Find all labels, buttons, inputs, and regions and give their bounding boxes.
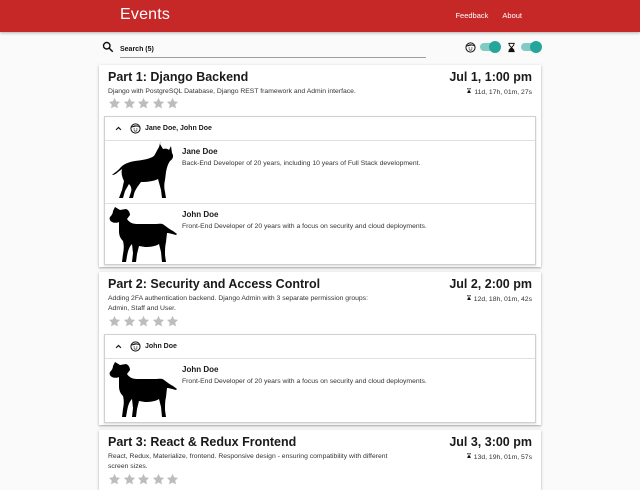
search-bar [100, 38, 543, 60]
star-icon[interactable] [166, 473, 179, 486]
star-icon[interactable] [108, 473, 121, 486]
speaker-name: John Doe [182, 365, 219, 374]
speakers-header[interactable]: Jane Doe, John Doe [105, 117, 535, 141]
event-title: Part 1: Django Backend [108, 70, 249, 84]
rating-stars[interactable] [108, 473, 179, 486]
star-icon[interactable] [137, 473, 150, 486]
search-input[interactable] [120, 39, 426, 58]
chevron-up-icon[interactable] [115, 125, 122, 132]
countdown-text: 11d, 17h, 01m, 27s [474, 89, 532, 96]
speakers-header[interactable]: John Doe [105, 335, 535, 359]
view-toggles [465, 39, 543, 55]
hourglass-icon [506, 42, 517, 53]
event-countdown: 12d, 18h, 01m, 42s [466, 294, 532, 303]
star-icon[interactable] [108, 97, 121, 110]
countdown-text: 12d, 18h, 01m, 42s [473, 296, 532, 303]
countdown-text: 13d, 19h, 01m, 57s [473, 454, 532, 461]
star-icon[interactable] [152, 315, 165, 328]
speakers-names: Jane Doe, John Doe [145, 125, 212, 132]
toggle-knob [489, 41, 501, 53]
star-icon[interactable] [166, 315, 179, 328]
face-icon [130, 341, 141, 352]
speaker-item: Jane Doe Back-End Developer of 20 years,… [105, 141, 535, 203]
event-card: Part 2: Security and Access Control Jul … [99, 272, 541, 425]
speakers-toggle-switch[interactable] [480, 41, 501, 53]
search-icon [102, 41, 114, 53]
top-app-bar: Events Feedback About [0, 0, 640, 32]
speaker-bio: Back-End Developer of 20 years, includin… [182, 160, 421, 167]
event-card: Part 3: React & Redux Frontend Jul 3, 3:… [99, 430, 541, 490]
star-icon[interactable] [123, 473, 136, 486]
speaker-item: John Doe Front-End Developer of 20 years… [105, 359, 535, 421]
cat-silhouette-image [107, 142, 177, 202]
countdown-toggle-switch[interactable] [521, 41, 542, 53]
event-title: Part 2: Security and Access Control [108, 277, 321, 291]
app-title[interactable]: Events [120, 6, 170, 24]
star-icon[interactable] [137, 315, 150, 328]
event-date: Jul 1, 1:00 pm [449, 70, 532, 84]
star-icon[interactable] [123, 97, 136, 110]
star-icon[interactable] [166, 97, 179, 110]
face-icon [465, 42, 476, 53]
dog-silhouette-image [107, 360, 177, 420]
nav-feedback-link[interactable]: Feedback [455, 11, 488, 20]
rating-stars[interactable] [108, 97, 179, 110]
hourglass-icon [466, 452, 472, 459]
speakers-panel: John Doe John Doe Front-End Developer of… [104, 334, 536, 423]
event-date: Jul 2, 2:00 pm [449, 277, 532, 291]
hourglass-icon [466, 294, 472, 301]
top-nav: Feedback About [455, 11, 522, 20]
event-countdown: 13d, 19h, 01m, 57s [466, 452, 532, 461]
speaker-item: John Doe Front-End Developer of 20 years… [105, 203, 535, 265]
star-icon[interactable] [108, 315, 121, 328]
speakers-names: John Doe [145, 343, 177, 350]
dog-silhouette-image [107, 205, 177, 265]
rating-stars[interactable] [108, 315, 179, 328]
face-icon [130, 123, 141, 134]
event-description: React, Redux, Materialize, frontend. Res… [108, 453, 388, 470]
speaker-name: Jane Doe [182, 147, 218, 156]
speaker-bio: Front-End Developer of 20 years with a f… [182, 223, 427, 230]
event-date: Jul 3, 3:00 pm [449, 435, 532, 449]
toggle-knob [530, 41, 542, 53]
star-icon[interactable] [152, 473, 165, 486]
event-card: Part 1: Django Backend Jul 1, 1:00 pm Dj… [99, 65, 541, 267]
speaker-bio: Front-End Developer of 20 years with a f… [182, 378, 427, 385]
speakers-panel: Jane Doe, John Doe Jane Doe Back-End Dev… [104, 116, 536, 265]
event-title: Part 3: React & Redux Frontend [108, 435, 297, 449]
speaker-name: John Doe [182, 210, 219, 219]
event-countdown: 11d, 17h, 01m, 27s [466, 87, 532, 96]
nav-about-link[interactable]: About [502, 11, 522, 20]
event-description: Django with PostgreSQL Database, Django … [108, 88, 356, 95]
star-icon[interactable] [152, 97, 165, 110]
event-description: Adding 2FA authentication backend. Djang… [108, 295, 368, 312]
star-icon[interactable] [123, 315, 136, 328]
star-icon[interactable] [137, 97, 150, 110]
chevron-up-icon[interactable] [115, 343, 122, 350]
hourglass-icon [466, 87, 472, 94]
